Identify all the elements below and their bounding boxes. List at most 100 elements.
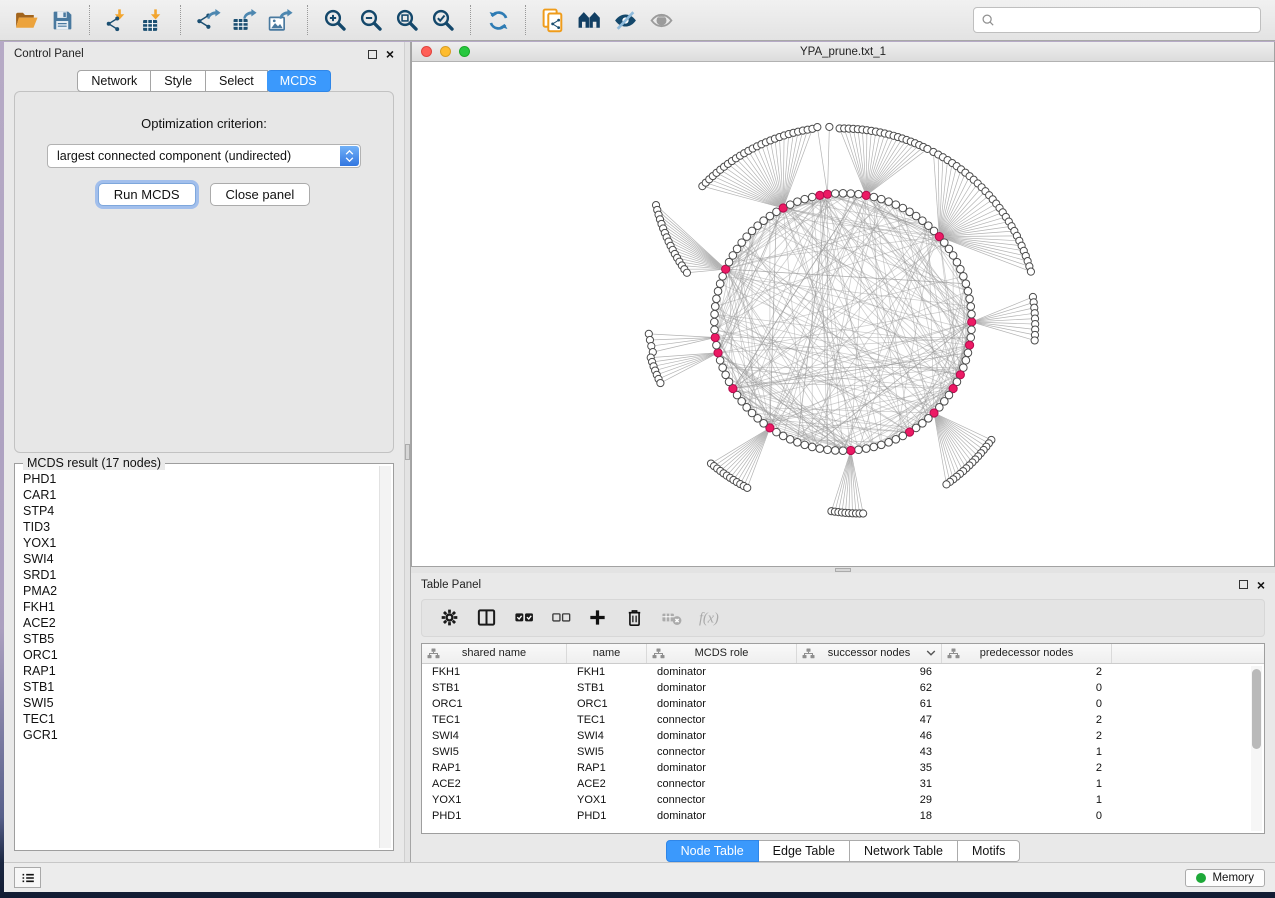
table-settings-button[interactable]: [434, 603, 464, 633]
splitter-grip[interactable]: [405, 444, 410, 460]
export-table-button[interactable]: [226, 3, 262, 37]
zoom-fit-button[interactable]: [389, 3, 425, 37]
table-row[interactable]: SWI4SWI4dominator462: [422, 728, 1251, 744]
column-header-mcds-role[interactable]: MCDS role: [647, 644, 797, 663]
table-scrollbar[interactable]: [1251, 666, 1262, 831]
minimize-window-icon[interactable]: [440, 46, 451, 57]
result-node[interactable]: GCR1: [23, 727, 375, 743]
table-row[interactable]: ORC1ORC1dominator610: [422, 696, 1251, 712]
column-header-successor-nodes[interactable]: successor nodes: [797, 644, 942, 663]
deselect-all-button[interactable]: [545, 603, 575, 633]
table-row[interactable]: YOX1YOX1connector291: [422, 792, 1251, 808]
maximize-window-icon[interactable]: [459, 46, 470, 57]
result-scrollbar[interactable]: [379, 466, 391, 848]
table-row[interactable]: TEC1TEC1connector472: [422, 712, 1251, 728]
network-window: YPA_prune.txt_1: [411, 42, 1275, 567]
column-header-name[interactable]: name: [567, 644, 647, 663]
table-cell: RAP1: [567, 762, 647, 774]
memory-button[interactable]: Memory: [1185, 869, 1265, 887]
task-history-button[interactable]: [14, 867, 41, 888]
result-node[interactable]: STB5: [23, 631, 375, 647]
delete-row-button[interactable]: [619, 603, 649, 633]
node-table: shared namenameMCDS rolesuccessor nodesp…: [421, 643, 1265, 834]
result-node[interactable]: PHD1: [23, 471, 375, 487]
table-row[interactable]: ACE2ACE2connector311: [422, 776, 1251, 792]
show-columns-button[interactable]: [471, 603, 501, 633]
export-network-button[interactable]: [190, 3, 226, 37]
column-header-shared-name[interactable]: shared name: [422, 644, 567, 663]
table-cell: SWI5: [422, 746, 567, 758]
add-row-button[interactable]: [582, 603, 612, 633]
function-builder-button: f(x): [693, 603, 723, 633]
table-cell: connector: [647, 746, 797, 758]
horizontal-splitter[interactable]: [411, 567, 1275, 573]
open-session-button[interactable]: [8, 3, 44, 37]
table-row[interactable]: PHD1PHD1dominator180: [422, 808, 1251, 824]
network-from-selection-button[interactable]: [535, 3, 571, 37]
mcds-result-title: MCDS result (17 nodes): [23, 456, 165, 470]
search-box[interactable]: [973, 7, 1261, 33]
import-network-button[interactable]: [99, 3, 135, 37]
float-panel-icon[interactable]: [368, 50, 377, 59]
network-canvas[interactable]: [412, 62, 1274, 566]
table-row[interactable]: FKH1FKH1dominator962: [422, 664, 1251, 680]
tab-style[interactable]: Style: [151, 70, 206, 92]
select-all-button[interactable]: [508, 603, 538, 633]
search-input[interactable]: [1000, 12, 1253, 28]
tab-edge-table[interactable]: Edge Table: [759, 840, 850, 862]
export-image-button[interactable]: [262, 3, 298, 37]
run-mcds-button[interactable]: Run MCDS: [98, 183, 196, 206]
table-row[interactable]: RAP1RAP1dominator352: [422, 760, 1251, 776]
result-node[interactable]: TID3: [23, 519, 375, 535]
import-table-button[interactable]: [135, 3, 171, 37]
close-window-icon[interactable]: [421, 46, 432, 57]
result-node[interactable]: SRD1: [23, 567, 375, 583]
scrollbar-thumb[interactable]: [1252, 669, 1261, 749]
result-node[interactable]: ORC1: [23, 647, 375, 663]
result-node[interactable]: CAR1: [23, 487, 375, 503]
result-node[interactable]: STP4: [23, 503, 375, 519]
toolbar-separator: [180, 5, 181, 35]
result-node[interactable]: PMA2: [23, 583, 375, 599]
close-panel-icon[interactable]: ×: [386, 49, 394, 59]
tab-motifs[interactable]: Motifs: [958, 840, 1020, 862]
table-cell: 2: [942, 666, 1112, 678]
result-node[interactable]: RAP1: [23, 663, 375, 679]
zoom-in-button[interactable]: [317, 3, 353, 37]
table-cell: dominator: [647, 730, 797, 742]
hide-selected-button[interactable]: [607, 3, 643, 37]
tab-mcds[interactable]: MCDS: [267, 70, 331, 92]
result-node[interactable]: TEC1: [23, 711, 375, 727]
tab-network[interactable]: Network: [77, 70, 151, 92]
table-cell: PHD1: [567, 810, 647, 822]
tab-node-table[interactable]: Node Table: [666, 840, 759, 862]
vertical-splitter[interactable]: [404, 42, 411, 862]
first-neighbors-button[interactable]: [571, 3, 607, 37]
save-session-button[interactable]: [44, 3, 80, 37]
result-node[interactable]: SWI5: [23, 695, 375, 711]
splitter-grip[interactable]: [835, 568, 851, 572]
zoom-out-button[interactable]: [353, 3, 389, 37]
result-node[interactable]: YOX1: [23, 535, 375, 551]
result-node[interactable]: ACE2: [23, 615, 375, 631]
table-row[interactable]: STB1STB1dominator620: [422, 680, 1251, 696]
result-node[interactable]: SWI4: [23, 551, 375, 567]
zoom-selected-button[interactable]: [425, 3, 461, 37]
layout-refresh-button[interactable]: [480, 3, 516, 37]
toolbar-separator: [470, 5, 471, 35]
table-cell: ACE2: [567, 778, 647, 790]
close-panel-icon[interactable]: ×: [1257, 580, 1265, 590]
result-node[interactable]: FKH1: [23, 599, 375, 615]
close-panel-button[interactable]: Close panel: [210, 183, 311, 206]
network-graph[interactable]: [412, 62, 1274, 566]
tab-select[interactable]: Select: [206, 70, 268, 92]
tab-network-table[interactable]: Network Table: [850, 840, 958, 862]
criterion-select[interactable]: largest connected component (undirected): [47, 144, 361, 168]
table-row[interactable]: SWI5SWI5connector431: [422, 744, 1251, 760]
table-cell: SWI5: [567, 746, 647, 758]
result-node[interactable]: STB1: [23, 679, 375, 695]
show-all-button[interactable]: [643, 3, 679, 37]
float-panel-icon[interactable]: [1239, 580, 1248, 589]
column-header-predecessor-nodes[interactable]: predecessor nodes: [942, 644, 1112, 663]
table-cell: 31: [797, 778, 942, 790]
